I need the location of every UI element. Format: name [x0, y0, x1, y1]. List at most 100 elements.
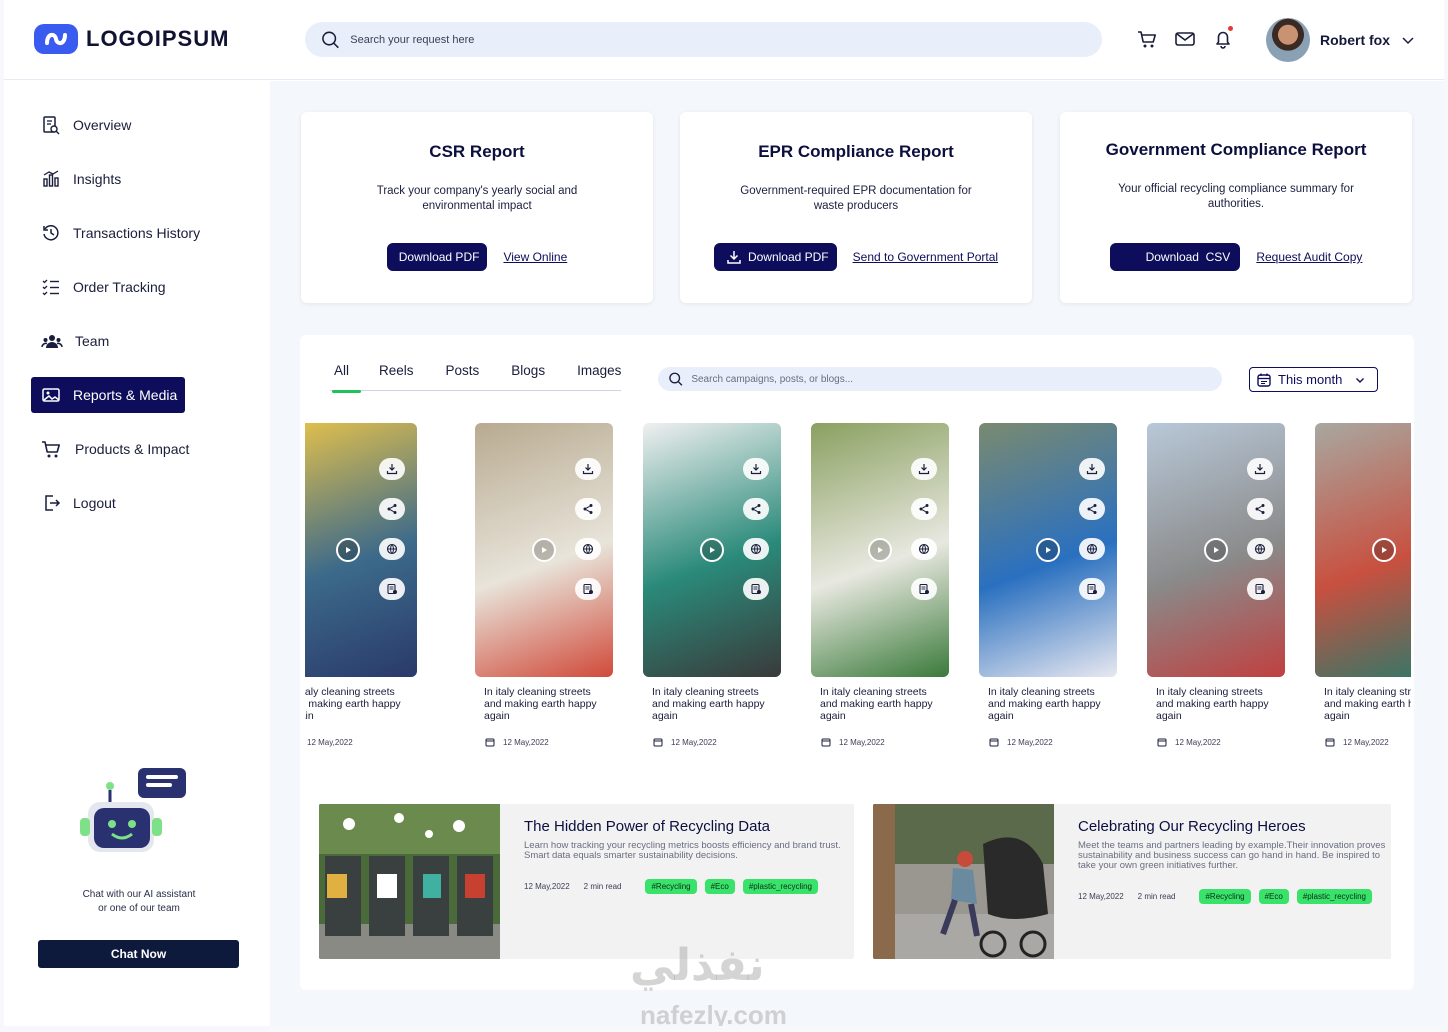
globe-icon[interactable] [575, 538, 601, 560]
sidebar-item-label: Products & Impact [75, 441, 190, 457]
globe-icon[interactable] [911, 538, 937, 560]
play-icon[interactable] [336, 538, 360, 562]
media-thumbnail[interactable] [305, 423, 417, 677]
content-search-input[interactable] [691, 373, 1222, 385]
report-icon[interactable] [575, 578, 601, 600]
media-caption: In italy cleaning streets and making ear… [305, 686, 401, 722]
media-card[interactable]: In italy cleaning streets and making ear… [1315, 423, 1411, 747]
play-icon[interactable] [1204, 538, 1228, 562]
media-thumbnail[interactable] [1315, 423, 1411, 677]
tag-badge[interactable]: #Recycling [1199, 889, 1251, 904]
bell-icon[interactable] [1212, 26, 1234, 50]
media-thumbnail[interactable] [643, 423, 781, 677]
sidebar-item-logout[interactable]: Logout [31, 485, 241, 521]
share-icon[interactable] [911, 498, 937, 520]
media-card[interactable]: In italy cleaning streets and making ear… [979, 423, 1119, 747]
download-pdf-button[interactable]: Download PDF [713, 243, 837, 271]
tab-images[interactable]: Images [561, 363, 621, 391]
chat-now-button[interactable]: Chat Now [38, 940, 239, 968]
user-menu[interactable]: Robert fox [1266, 18, 1416, 62]
tag-badge[interactable]: #plastic_recycling [742, 879, 818, 894]
media-thumbnail[interactable] [1147, 423, 1285, 677]
tab-posts[interactable]: Posts [430, 363, 496, 391]
tag-badge[interactable]: #Recycling [645, 879, 697, 894]
report-icon[interactable] [911, 578, 937, 600]
tag-badge[interactable]: #Eco [1258, 889, 1289, 904]
media-card[interactable]: In italy cleaning streets and making ear… [475, 423, 615, 747]
main-content: CSR Report Track your company's yearly s… [270, 81, 1444, 1026]
share-icon[interactable] [1247, 498, 1273, 520]
media-caption: In italy cleaning streets and making ear… [1324, 686, 1411, 722]
media-card[interactable]: In italy cleaning streets and making ear… [305, 423, 419, 747]
share-icon[interactable] [1079, 498, 1105, 520]
media-caption: In italy cleaning streets and making ear… [484, 686, 597, 722]
play-icon[interactable] [868, 538, 892, 562]
sidebar-item-team[interactable]: Team [31, 323, 241, 359]
media-card[interactable]: In italy cleaning streets and making ear… [643, 423, 783, 747]
play-icon[interactable] [532, 538, 556, 562]
share-icon[interactable] [743, 498, 769, 520]
sidebar-item-transactions-history[interactable]: Transactions History [31, 215, 241, 251]
send-to-government-portal-link[interactable]: Send to Government Portal [853, 250, 998, 264]
globe-icon[interactable] [1079, 538, 1105, 560]
globe-icon[interactable] [1247, 538, 1273, 560]
report-card-epr: EPR Compliance Report Government-require… [680, 112, 1032, 303]
download-icon[interactable] [743, 458, 769, 480]
tab-blogs[interactable]: Blogs [495, 363, 561, 391]
sidebar-item-order-tracking[interactable]: Order Tracking [31, 269, 241, 305]
sidebar-item-overview[interactable]: Overview [31, 107, 241, 143]
date-filter-dropdown[interactable]: This month [1249, 367, 1378, 392]
ai-robot-icon [80, 768, 186, 852]
media-tabs: All Reels Posts Blogs Images [330, 363, 622, 393]
share-icon[interactable] [575, 498, 601, 520]
sidebar-item-products-impact[interactable]: Products & Impact [31, 431, 241, 467]
tag-badge[interactable]: #Eco [704, 879, 735, 894]
download-icon[interactable] [1247, 458, 1273, 480]
tab-all[interactable]: All [330, 363, 363, 393]
download-pdf-button[interactable]: Download PDF [386, 243, 488, 271]
sidebar-item-insights[interactable]: Insights [31, 161, 241, 197]
blog-date: 12 May,2022 [524, 882, 570, 891]
play-icon[interactable] [1372, 538, 1396, 562]
globe-icon[interactable] [379, 538, 405, 560]
report-icon[interactable] [1079, 578, 1105, 600]
media-carousel[interactable]: In italy cleaning streets and making ear… [305, 423, 1411, 753]
request-audit-copy-link[interactable]: Request Audit Copy [1256, 250, 1362, 264]
download-icon[interactable] [379, 458, 405, 480]
global-search-input[interactable] [350, 33, 1102, 46]
blog-card[interactable]: Celebrating Our Recycling Heroes Meet th… [873, 804, 1391, 959]
download-icon[interactable] [1079, 458, 1105, 480]
media-date: 12 May,2022 [503, 737, 549, 747]
report-title: Government Compliance Report [1105, 140, 1367, 159]
blog-card[interactable]: The Hidden Power of Recycling Data Learn… [319, 804, 854, 959]
media-thumbnail[interactable] [979, 423, 1117, 677]
logo-mark-icon [34, 24, 78, 54]
media-thumbnail[interactable] [811, 423, 949, 677]
tab-reels[interactable]: Reels [363, 363, 430, 391]
cart-icon[interactable] [1136, 28, 1158, 50]
report-icon[interactable] [379, 578, 405, 600]
media-card[interactable]: In italy cleaning streets and making ear… [1147, 423, 1287, 747]
download-icon[interactable] [911, 458, 937, 480]
mail-icon[interactable] [1174, 28, 1196, 50]
logo[interactable]: LOGOIPSUM [34, 24, 229, 54]
report-desc: Track your company's yearly social and e… [376, 185, 578, 212]
media-card[interactable]: In italy cleaning streets and making ear… [811, 423, 951, 747]
view-online-link[interactable]: View Online [503, 250, 567, 264]
global-search[interactable] [305, 22, 1102, 57]
calendar-icon [1257, 373, 1271, 387]
download-icon[interactable] [575, 458, 601, 480]
play-icon[interactable] [700, 538, 724, 562]
sidebar-item-reports-media[interactable]: Reports & Media [31, 377, 185, 413]
content-search[interactable] [658, 367, 1222, 391]
report-icon[interactable] [743, 578, 769, 600]
media-thumbnail[interactable] [475, 423, 613, 677]
report-icon[interactable] [1247, 578, 1273, 600]
tag-badge[interactable]: #plastic_recycling [1296, 889, 1372, 904]
share-icon[interactable] [379, 498, 405, 520]
recycling-worker-image [873, 804, 1054, 959]
download-csv-button[interactable]: Download CSV [1109, 243, 1241, 271]
blog-read-time: 2 min read [583, 882, 622, 891]
play-icon[interactable] [1036, 538, 1060, 562]
globe-icon[interactable] [743, 538, 769, 560]
